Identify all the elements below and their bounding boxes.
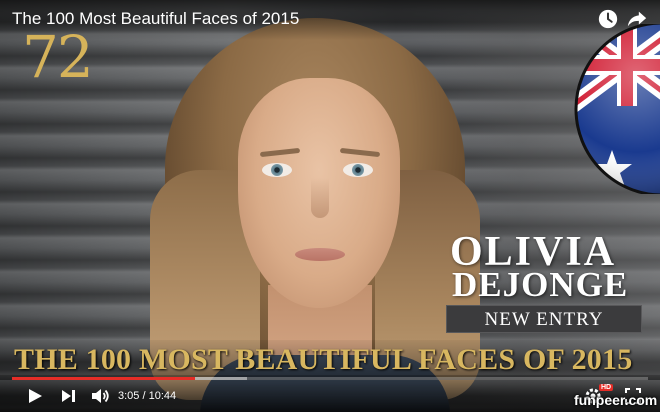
subject-last-name: DEJONGE: [452, 265, 629, 304]
volume-icon[interactable]: [89, 386, 111, 406]
australia-flag-icon: [574, 24, 660, 194]
time-display: 3:05 / 10:44: [118, 390, 177, 402]
watermark: funpeer.com: [574, 392, 658, 408]
lips: [295, 248, 345, 261]
rank-number: 72: [22, 23, 94, 91]
right-eye: [343, 163, 373, 177]
progress-bar[interactable]: [12, 377, 648, 380]
duration: 10:44: [148, 390, 177, 402]
left-eye: [262, 163, 292, 177]
video-player[interactable]: The 100 Most Beautiful Faces of 2015 72: [0, 0, 660, 412]
entry-status-badge: NEW ENTRY: [446, 305, 642, 333]
play-icon[interactable]: [24, 386, 46, 406]
current-time: 3:05: [118, 390, 140, 402]
series-banner: THE 100 MOST BEAUTIFUL FACES OF 2015: [14, 343, 633, 376]
hd-badge: HD: [599, 384, 614, 391]
next-icon[interactable]: [58, 386, 80, 406]
progress-played: [12, 377, 195, 380]
